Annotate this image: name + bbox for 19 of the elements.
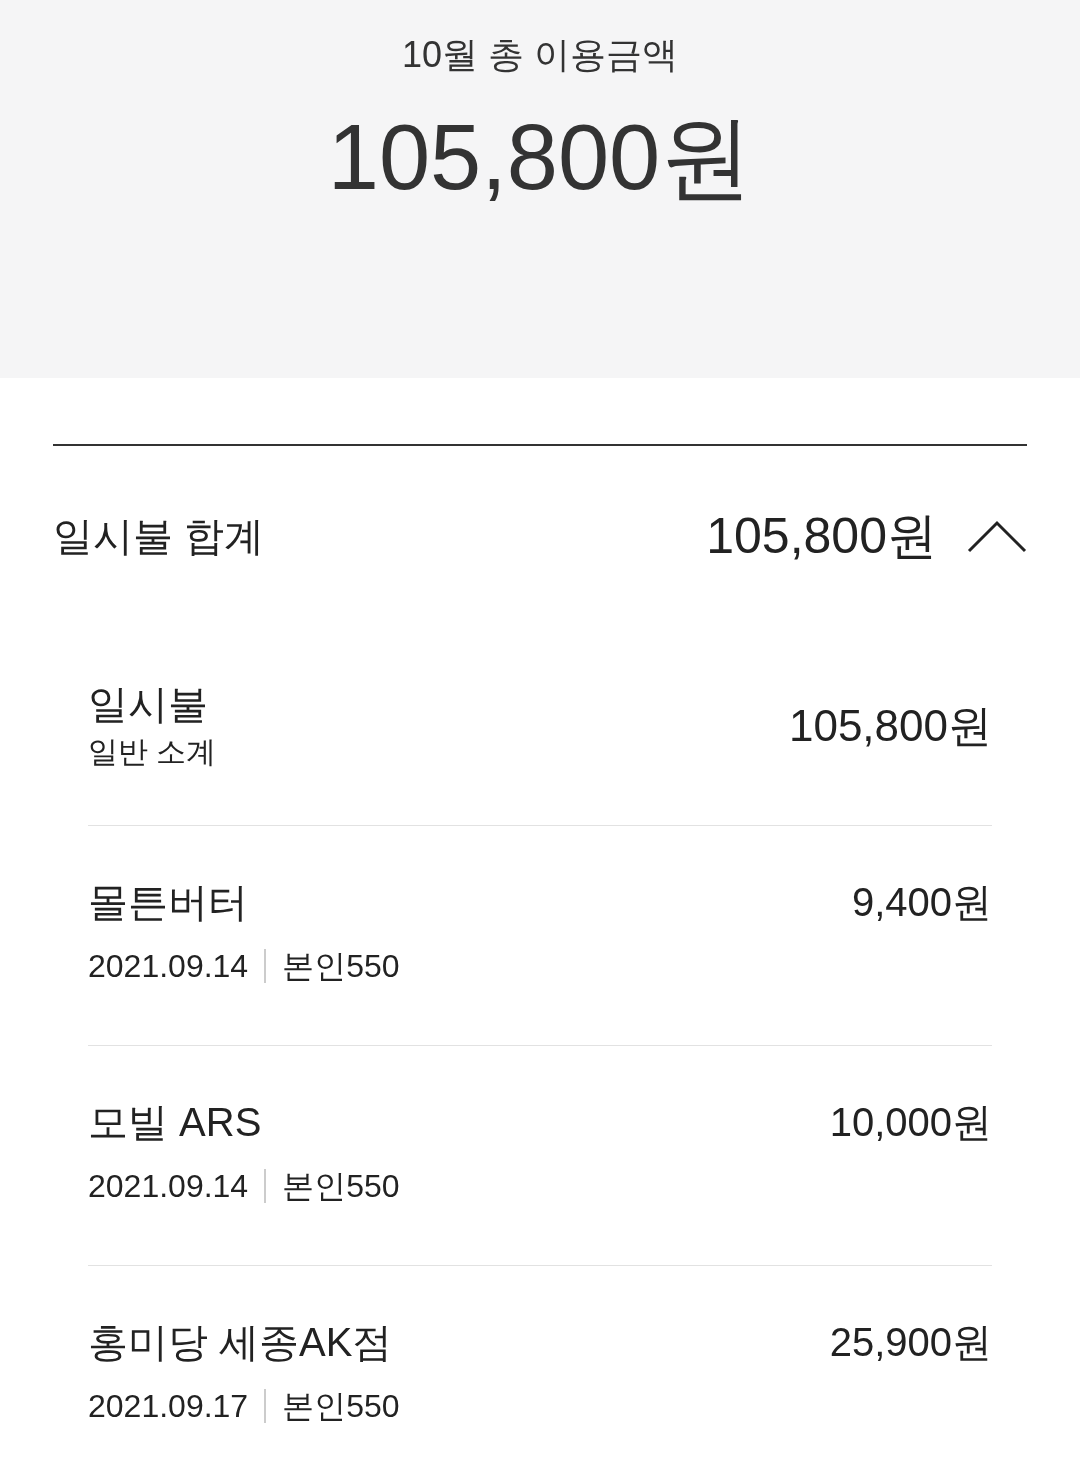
- month-total-amount: 105,800원: [327, 105, 753, 210]
- card-owner: 본인550: [282, 1387, 400, 1426]
- merchant-name: 홍미당 세종AK점: [88, 1319, 393, 1366]
- transaction-date: 2021.09.14: [88, 1167, 249, 1206]
- subtotal-title: 일시불: [88, 680, 209, 728]
- merchant-name: 몰튼버터: [88, 879, 248, 926]
- transaction-amount: 10,000원: [829, 1099, 992, 1146]
- transaction-date: 2021.09.14: [88, 947, 249, 986]
- merchant-name: 모빌 ARS: [88, 1099, 262, 1146]
- lump-sum-total-row[interactable]: 일시불 합계 105,800원: [53, 446, 1027, 626]
- transaction-amount: 25,900원: [829, 1319, 992, 1366]
- month-total-title: 10월 총 이용금액: [401, 33, 678, 77]
- subtotal-subtitle: 일반 소계: [88, 733, 217, 770]
- transaction-date: 2021.09.17: [88, 1387, 249, 1426]
- chevron-up-icon: [967, 519, 1027, 553]
- card-owner: 본인550: [282, 1167, 400, 1206]
- subtotal-amount: 105,800원: [788, 699, 992, 752]
- transaction-amount: 9,400원: [851, 879, 992, 926]
- card-owner: 본인550: [282, 947, 400, 986]
